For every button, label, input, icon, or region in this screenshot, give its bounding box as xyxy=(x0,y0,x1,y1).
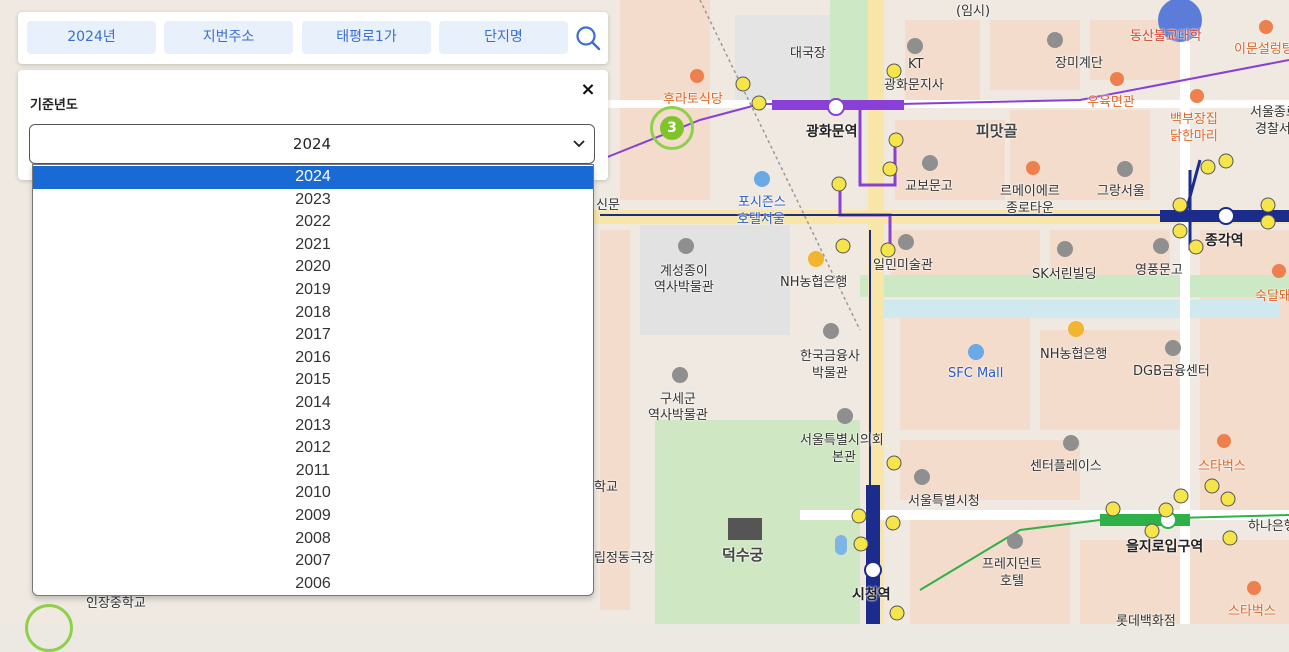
map-label: 피맛골 xyxy=(976,122,1018,140)
map-label: 숙달돼지 xyxy=(1255,289,1289,304)
map-label: 우육면관 xyxy=(1087,95,1135,110)
map-label: 역사박물관 xyxy=(648,408,708,423)
search-icon[interactable] xyxy=(574,24,602,52)
year-option[interactable]: 2009 xyxy=(33,505,593,528)
map-label: 후라토식당 xyxy=(663,92,723,107)
map-label: 대국장 xyxy=(790,46,826,61)
map-label: (임시) xyxy=(956,4,991,19)
map-label: 경찰서 xyxy=(1255,122,1289,137)
map-label: 영풍문고 xyxy=(1135,263,1183,278)
filter-complex-name-button[interactable]: 단지명 xyxy=(439,21,568,54)
chevron-down-icon xyxy=(573,140,585,148)
year-option[interactable]: 2015 xyxy=(33,369,593,392)
map-label: 호텔 xyxy=(1000,574,1024,589)
year-option[interactable]: 2021 xyxy=(33,234,593,257)
map-label: 장미계단 xyxy=(1055,56,1103,71)
map-label: 서울특별시청 xyxy=(908,494,980,509)
map-label: 롯데백화점 xyxy=(1116,614,1176,629)
cluster-marker-partial[interactable] xyxy=(25,604,73,652)
map-label: NH농협은행 xyxy=(780,275,848,290)
year-select-value: 2024 xyxy=(292,135,332,153)
map-label: 시청역 xyxy=(852,587,891,603)
year-option[interactable]: 2007 xyxy=(33,550,593,573)
cluster-count: 3 xyxy=(660,116,684,140)
map-label: 을지로입구역 xyxy=(1126,539,1204,555)
map-label: 종각역 xyxy=(1205,233,1244,249)
map-label: 역사박물관 xyxy=(654,280,714,295)
year-option[interactable]: 2023 xyxy=(33,189,593,212)
map-label: 호텔서울 xyxy=(737,212,785,227)
year-option[interactable]: 2019 xyxy=(33,279,593,302)
map-label: 센터플레이스 xyxy=(1030,459,1102,474)
map-label: DGB금융센터 xyxy=(1133,364,1210,379)
year-select[interactable]: 2024 xyxy=(29,124,595,164)
map-label: 박물관 xyxy=(812,366,848,381)
map-label: NH농협은행 xyxy=(1040,347,1108,362)
year-option[interactable]: 2024 xyxy=(33,166,593,189)
map-label: 광화문역 xyxy=(806,124,858,140)
map-label: 하나은행 xyxy=(1248,519,1289,534)
year-option[interactable]: 2008 xyxy=(33,528,593,551)
year-option[interactable]: 2013 xyxy=(33,415,593,438)
map-label: SFC Mall xyxy=(948,366,1004,381)
year-option[interactable]: 2010 xyxy=(33,482,593,505)
year-option[interactable]: 2012 xyxy=(33,437,593,460)
map-label: 교보문고 xyxy=(905,179,953,194)
map-label: 스타벅스 xyxy=(1198,459,1246,474)
map-label: 학교 xyxy=(594,480,618,495)
map-label: 동산불교대학 xyxy=(1130,29,1202,44)
year-option[interactable]: 2016 xyxy=(33,347,593,370)
year-option[interactable]: 2011 xyxy=(33,460,593,483)
map-label: 스타벅스 xyxy=(1228,604,1276,619)
map-label: KT xyxy=(908,57,924,72)
year-option[interactable]: 2022 xyxy=(33,211,593,234)
map-label: 립정동극장 xyxy=(594,551,654,566)
year-option[interactable]: 2006 xyxy=(33,573,593,595)
year-option[interactable]: 2018 xyxy=(33,302,593,325)
map-label: 일민미술관 xyxy=(873,258,933,273)
filter-bar: 2024년 지번주소 태평로1가 단지명 xyxy=(18,12,608,64)
year-option[interactable]: 2014 xyxy=(33,392,593,415)
filter-year-button[interactable]: 2024년 xyxy=(27,21,156,54)
close-icon[interactable]: × xyxy=(578,80,598,100)
map-label: 그랑서울 xyxy=(1097,184,1145,199)
map-label: 덕수궁 xyxy=(722,546,764,564)
year-panel-title: 기준년도 xyxy=(30,98,78,113)
year-option[interactable]: 2020 xyxy=(33,256,593,279)
year-dropdown-list[interactable]: 2024 2023 2022 2021 2020 2019 2018 2017 2016 2015… xyxy=(32,164,594,596)
map-label: 본관 xyxy=(832,450,856,465)
cluster-marker[interactable]: 3 xyxy=(650,106,694,150)
year-option[interactable]: 2017 xyxy=(33,324,593,347)
filter-district-button[interactable]: 태평로1가 xyxy=(302,21,431,54)
map-label: 닭한마리 xyxy=(1170,129,1218,144)
map-label: 이문설렁탕 xyxy=(1234,42,1289,57)
map-label: SK서린빌딩 xyxy=(1032,267,1097,282)
map-label: 광화문지사 xyxy=(884,78,944,93)
map-label: 종로타운 xyxy=(1006,201,1054,216)
filter-address-type-button[interactable]: 지번주소 xyxy=(164,21,293,54)
map-label: 신문 xyxy=(596,198,620,213)
